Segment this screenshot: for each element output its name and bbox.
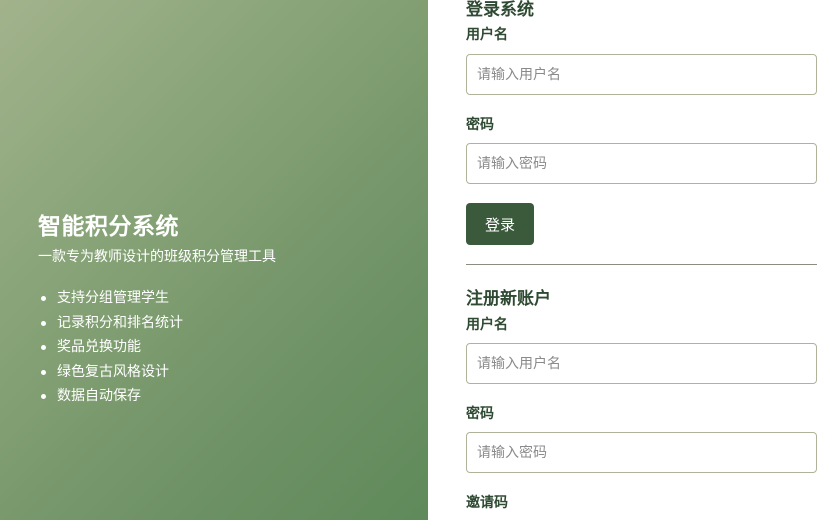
login-password-input[interactable] [466, 143, 817, 184]
register-password-label: 密码 [466, 406, 494, 422]
auth-forms: 登录系统 用户名 密码 登录 注册新账户 用户名 密码 邀请码 [466, 0, 817, 520]
feature-label: 支持分组管理学生 [57, 290, 169, 306]
login-page: 智能积分系统 一款专为教师设计的班级积分管理工具 支持分组管理学生 记录积分和排… [0, 0, 837, 520]
feature-item: 绿色复古风格设计 [41, 360, 398, 385]
feature-label: 记录积分和排名统计 [57, 314, 183, 331]
register-username-input[interactable] [466, 343, 817, 384]
feature-item: 支持分组管理学生 [41, 286, 398, 311]
bullet-icon [41, 369, 46, 375]
section-divider [466, 264, 817, 265]
hero-subtitle: 一款专为教师设计的班级积分管理工具 [38, 249, 276, 265]
feature-list: 支持分组管理学生 记录积分和排名统计 奖品兑换功能 绿色复古风格设计 数据自动保… [38, 286, 398, 409]
bullet-icon [41, 320, 46, 326]
bullet-icon [41, 394, 46, 399]
bullet-icon [41, 345, 46, 350]
login-button[interactable]: 登录 [466, 203, 534, 245]
login-title: 登录系统 [466, 0, 534, 20]
register-password-input[interactable] [466, 432, 817, 473]
feature-label: 奖品兑换功能 [57, 339, 141, 355]
login-username-label: 用户名 [466, 27, 508, 43]
feature-label: 绿色复古风格设计 [57, 363, 169, 380]
feature-label: 数据自动保存 [57, 388, 141, 404]
hero-title: 智能积分系统 [38, 214, 179, 240]
hero-content: 智能积分系统 一款专为教师设计的班级积分管理工具 支持分组管理学生 记录积分和排… [38, 211, 398, 409]
register-title: 注册新账户 [466, 289, 551, 309]
register-invite-label: 邀请码 [466, 495, 508, 511]
hero-panel: 智能积分系统 一款专为教师设计的班级积分管理工具 支持分组管理学生 记录积分和排… [0, 0, 428, 520]
login-password-label: 密码 [466, 117, 494, 133]
feature-item: 数据自动保存 [41, 384, 398, 409]
register-username-label: 用户名 [466, 317, 508, 333]
feature-item: 奖品兑换功能 [41, 335, 398, 360]
login-username-input[interactable] [466, 54, 817, 95]
feature-item: 记录积分和排名统计 [41, 311, 398, 336]
bullet-icon [41, 296, 46, 301]
